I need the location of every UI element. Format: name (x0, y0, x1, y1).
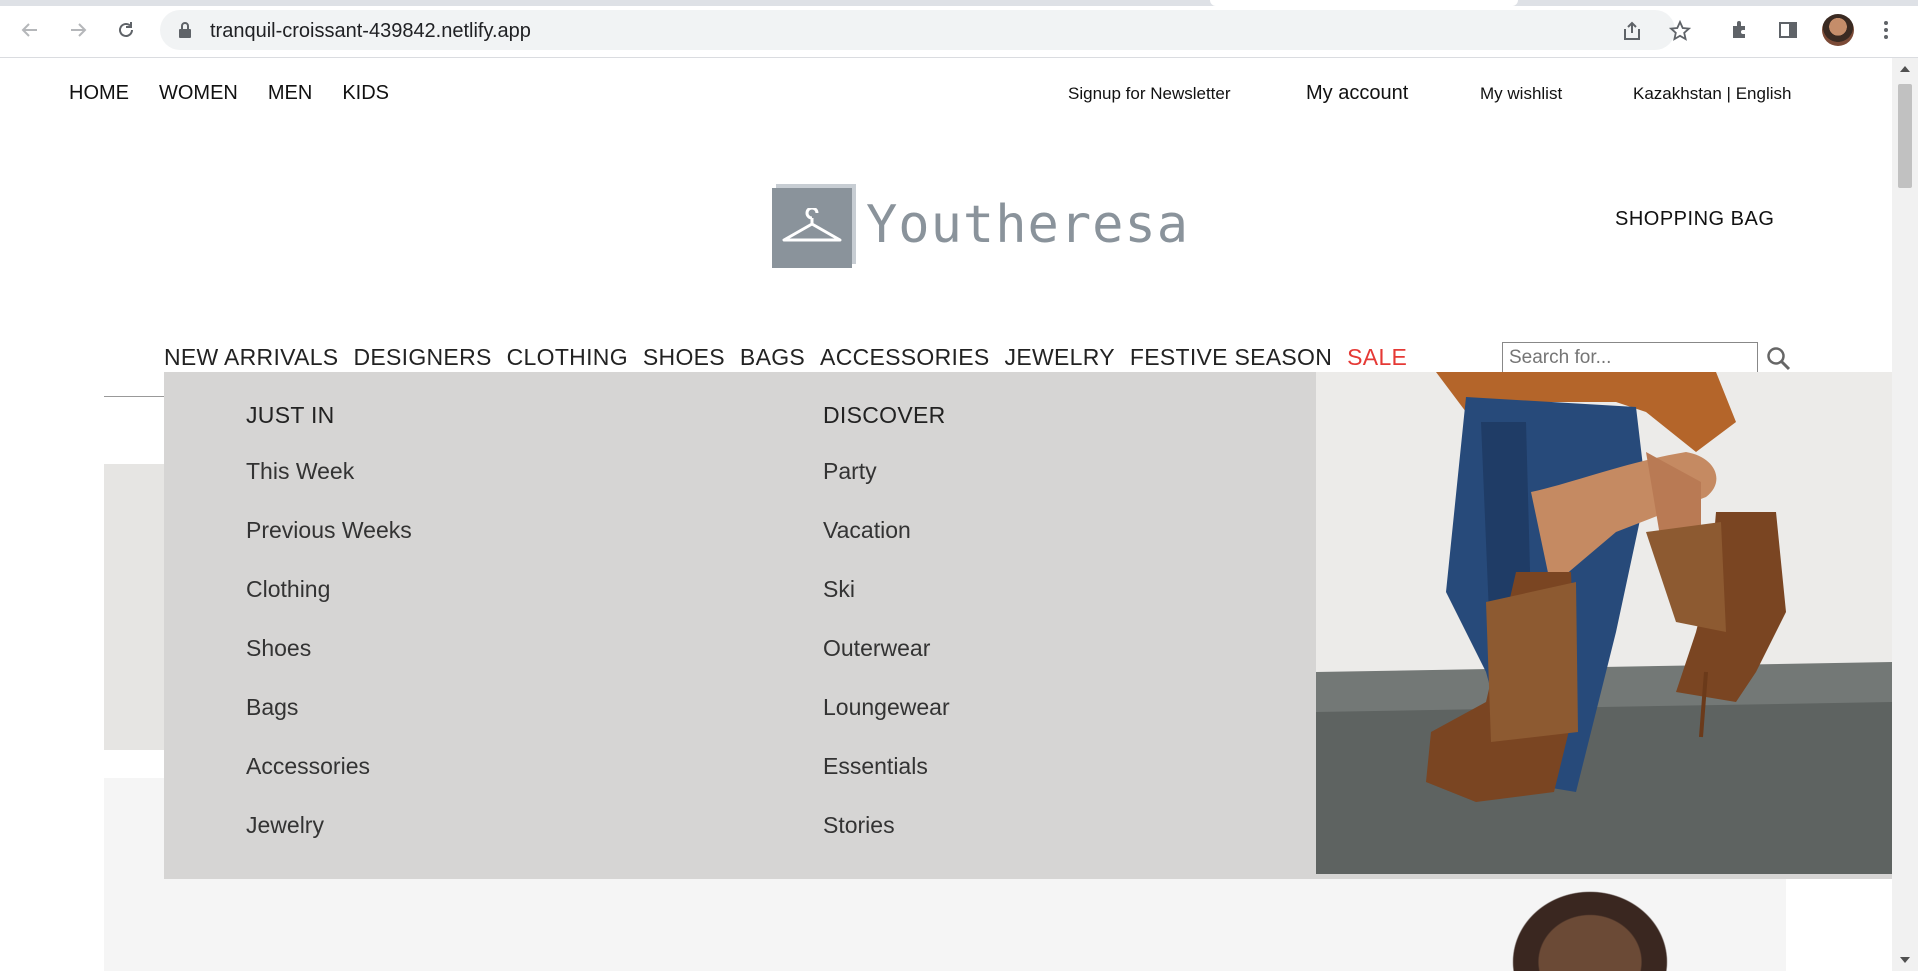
profile-avatar[interactable] (1822, 14, 1854, 46)
cat-festive-season[interactable]: FESTIVE SEASON (1130, 344, 1332, 371)
menu-item-this-week[interactable]: This Week (246, 454, 412, 513)
menu-item-clothing[interactable]: Clothing (246, 572, 412, 631)
nav-women[interactable]: WOMEN (159, 82, 238, 105)
logo-mark (772, 184, 856, 268)
cat-shoes[interactable]: SHOES (643, 344, 725, 371)
reload-icon (119, 22, 133, 37)
kebab-menu-icon[interactable] (1870, 14, 1902, 46)
cat-sale[interactable]: SALE (1347, 344, 1407, 371)
scroll-down-arrow[interactable] (1900, 957, 1910, 963)
nav-kids[interactable]: KIDS (342, 82, 389, 105)
menu-item-shoes[interactable]: Shoes (246, 631, 412, 690)
arrow-right-icon (71, 23, 87, 37)
cat-accessories[interactable]: ACCESSORIES (820, 344, 989, 371)
back-button[interactable] (14, 14, 46, 46)
cat-clothing[interactable]: CLOTHING (507, 344, 628, 371)
share-icon[interactable] (1620, 19, 1644, 43)
url-text: tranquil-croissant-439842.netlify.app (210, 20, 531, 42)
boots-model-image (1316, 372, 1892, 874)
my-wishlist-link[interactable]: My wishlist (1480, 84, 1562, 104)
menu-item-loungewear[interactable]: Loungewear (823, 690, 950, 749)
menu-heading-just-in[interactable]: JUST IN (246, 402, 412, 429)
logo-text: Youtheresa (866, 195, 1190, 255)
shopping-bag-link[interactable]: SHOPPING BAG (1615, 208, 1774, 231)
menu-item-previous-weeks[interactable]: Previous Weeks (246, 513, 412, 572)
locale-selector[interactable]: Kazakhstan | English (1633, 84, 1791, 104)
scrollbar-thumb[interactable] (1898, 84, 1912, 188)
menu-promo-photo[interactable] (1316, 372, 1892, 874)
my-account-link[interactable]: My account (1306, 82, 1408, 105)
extensions-puzzle-icon[interactable] (1724, 14, 1756, 46)
cat-designers[interactable]: DESIGNERS (353, 344, 491, 371)
menu-heading-discover[interactable]: DISCOVER (823, 402, 950, 429)
arrow-left-icon (21, 23, 37, 37)
menu-item-stories[interactable]: Stories (823, 808, 950, 867)
menu-column-discover: DISCOVER Party Vacation Ski Outerwear Lo… (823, 402, 950, 867)
cat-jewelry[interactable]: JEWELRY (1005, 344, 1115, 371)
menu-item-accessories[interactable]: Accessories (246, 749, 412, 808)
menu-item-vacation[interactable]: Vacation (823, 513, 950, 572)
menu-column-just-in: JUST IN This Week Previous Weeks Clothin… (246, 402, 412, 867)
menu-item-essentials[interactable]: Essentials (823, 749, 950, 808)
menu-item-outerwear[interactable]: Outerwear (823, 631, 950, 690)
site-logo[interactable]: Youtheresa (772, 184, 1190, 268)
new-arrivals-mega-menu: JUST IN This Week Previous Weeks Clothin… (164, 372, 1892, 879)
page-content: HOME WOMEN MEN KIDS Signup for Newslette… (0, 58, 1892, 971)
page-scrollbar[interactable] (1892, 58, 1918, 971)
address-bar[interactable]: tranquil-croissant-439842.netlify.app (160, 10, 1691, 50)
side-panel-icon[interactable] (1772, 14, 1804, 46)
top-nav: HOME WOMEN MEN KIDS (69, 82, 389, 105)
hanger-icon (782, 208, 842, 242)
menu-item-ski[interactable]: Ski (823, 572, 950, 631)
search-icon[interactable] (1766, 346, 1792, 372)
nav-men[interactable]: MEN (268, 82, 312, 105)
scroll-up-arrow[interactable] (1900, 66, 1910, 72)
reload-button[interactable] (110, 14, 142, 46)
cat-new-arrivals[interactable]: NEW ARRIVALS (164, 344, 338, 371)
tab-strip (0, 0, 1918, 6)
menu-item-bags[interactable]: Bags (246, 690, 412, 749)
newsletter-link[interactable]: Signup for Newsletter (1068, 84, 1231, 104)
menu-item-party[interactable]: Party (823, 454, 950, 513)
hero-image-edge (104, 464, 168, 750)
nav-home[interactable]: HOME (69, 82, 129, 105)
browser-toolbar: tranquil-croissant-439842.netlify.app (0, 0, 1918, 58)
category-nav: NEW ARRIVALS DESIGNERS CLOTHING SHOES BA… (164, 344, 1407, 371)
menu-item-jewelry[interactable]: Jewelry (246, 808, 412, 867)
forward-button[interactable] (62, 14, 94, 46)
model-photo-partial (1500, 880, 1680, 971)
lock-icon (179, 22, 191, 38)
bookmark-star-icon[interactable] (1668, 19, 1692, 43)
divider (104, 396, 166, 397)
search-input[interactable] (1502, 342, 1758, 374)
cat-bags[interactable]: BAGS (740, 344, 805, 371)
